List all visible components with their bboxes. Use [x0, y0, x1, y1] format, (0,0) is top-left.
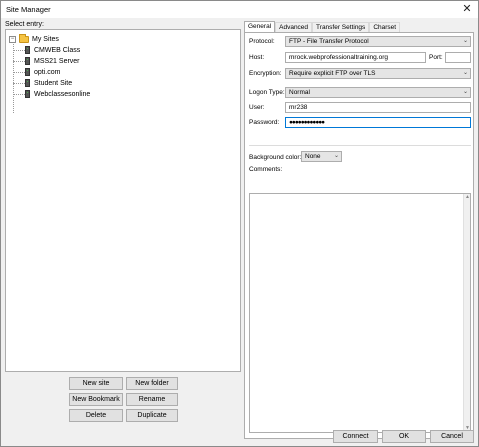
- tree-site[interactable]: MSS21 Server: [13, 56, 80, 66]
- select-entry-label: Select entry:: [5, 21, 44, 28]
- general-panel: Protocol: FTP - File Transfer Protocol ⌄…: [244, 32, 474, 439]
- duplicate-button[interactable]: Duplicate: [126, 409, 178, 422]
- background-color-select[interactable]: None ⌄: [301, 151, 342, 162]
- logon-type-value: Normal: [289, 89, 310, 96]
- tree-site[interactable]: Student Site: [13, 78, 72, 88]
- divider: [249, 145, 471, 146]
- connect-button[interactable]: Connect: [333, 430, 378, 443]
- server-icon: [25, 46, 30, 54]
- chevron-down-icon: ⌄: [462, 89, 468, 95]
- server-icon: [25, 90, 30, 98]
- tree-root-label: My Sites: [32, 35, 59, 43]
- new-bookmark-button[interactable]: New Bookmark: [69, 393, 123, 406]
- rename-button[interactable]: Rename: [126, 393, 178, 406]
- encryption-label: Encryption:: [249, 70, 282, 77]
- tree-site-label: CMWEB Class: [34, 46, 81, 54]
- comments-label: Comments:: [249, 166, 283, 173]
- site-settings: General Advanced Transfer Settings Chars…: [244, 19, 474, 439]
- user-input[interactable]: mr238: [285, 102, 471, 113]
- tree-site-label: MSS21 Server: [34, 57, 80, 65]
- host-label: Host:: [249, 54, 265, 61]
- chevron-down-icon: ⌄: [333, 153, 339, 159]
- tree-site[interactable]: opti.com: [13, 67, 60, 77]
- protocol-label: Protocol:: [249, 38, 275, 45]
- window-title: Site Manager: [6, 5, 51, 14]
- tree-site-label: Student Site: [34, 79, 73, 87]
- port-label: Port:: [429, 54, 443, 61]
- encryption-value: Require explicit FTP over TLS: [289, 70, 376, 77]
- scroll-up-icon[interactable]: ▲: [464, 194, 471, 201]
- tree-site[interactable]: CMWEB Class: [13, 45, 80, 55]
- tree-site-label: opti.com: [34, 68, 61, 76]
- new-folder-button[interactable]: New folder: [126, 377, 178, 390]
- logon-type-label: Logon Type:: [249, 89, 285, 96]
- protocol-value: FTP - File Transfer Protocol: [289, 38, 369, 45]
- tree-site-label: Webclassesonline: [34, 90, 91, 98]
- ok-button[interactable]: OK: [382, 430, 426, 443]
- tree-root-my-sites[interactable]: − My Sites: [9, 33, 59, 44]
- password-input[interactable]: ●●●●●●●●●●●●: [285, 117, 471, 128]
- logon-type-select[interactable]: Normal ⌄: [285, 87, 471, 98]
- port-input[interactable]: [445, 52, 471, 63]
- collapse-icon[interactable]: −: [9, 35, 16, 43]
- chevron-down-icon: ⌄: [462, 70, 468, 76]
- site-tree[interactable]: − My Sites CMWEB Class MSS21 Server opti…: [5, 29, 241, 372]
- site-manager-window: Site Manager ✕ Select entry: − My Sites …: [0, 0, 479, 447]
- comments-scrollbar[interactable]: ▲ ▼: [463, 194, 470, 432]
- comments-textarea[interactable]: ▲ ▼: [249, 193, 471, 433]
- server-icon: [25, 79, 30, 87]
- delete-button[interactable]: Delete: [69, 409, 123, 422]
- folder-icon: [19, 33, 29, 43]
- title-bar[interactable]: Site Manager ✕: [1, 1, 478, 18]
- server-icon: [25, 57, 30, 65]
- host-input[interactable]: mrock.webprofessionaltraining.org: [285, 52, 426, 63]
- server-icon: [25, 68, 30, 76]
- user-label: User:: [249, 104, 265, 111]
- protocol-select[interactable]: FTP - File Transfer Protocol ⌄: [285, 36, 471, 47]
- cancel-button[interactable]: Cancel: [430, 430, 474, 443]
- close-icon[interactable]: ✕: [460, 2, 474, 16]
- tree-site[interactable]: Webclassesonline: [13, 89, 90, 99]
- background-color-label: Background color:: [249, 154, 302, 161]
- encryption-select[interactable]: Require explicit FTP over TLS ⌄: [285, 68, 471, 79]
- password-label: Password:: [249, 119, 280, 126]
- chevron-down-icon: ⌄: [462, 38, 468, 44]
- background-color-value: None: [305, 153, 321, 160]
- new-site-button[interactable]: New site: [69, 377, 123, 390]
